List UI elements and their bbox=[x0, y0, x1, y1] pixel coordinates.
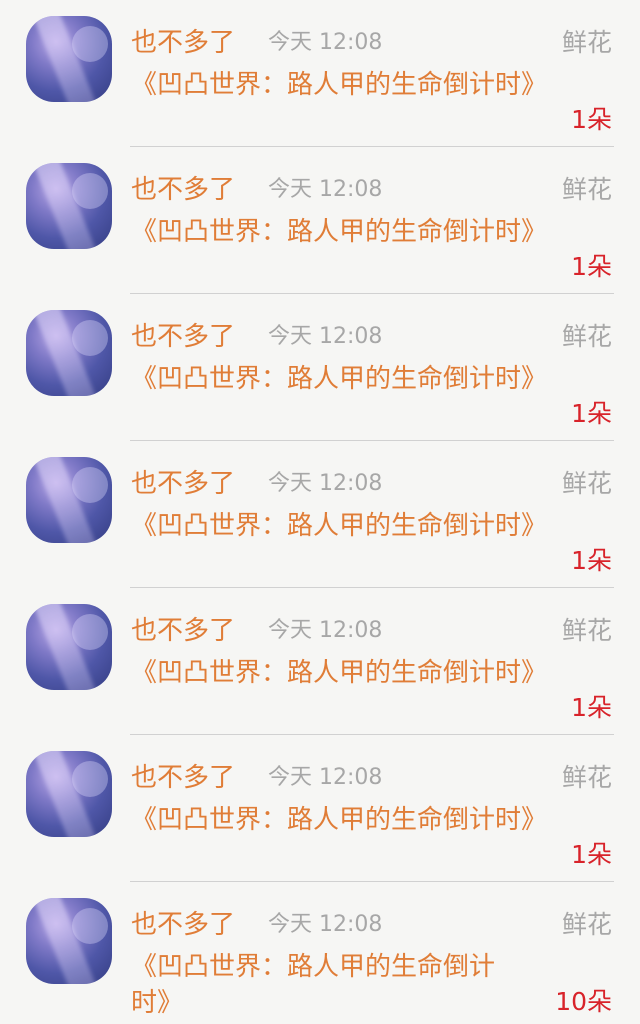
avatar[interactable] bbox=[26, 751, 112, 837]
book-title[interactable]: 《凹凸世界：路人甲的生命倒计时》 bbox=[131, 508, 556, 544]
username[interactable]: 也不多了 bbox=[131, 320, 235, 354]
timestamp: 今天 12:08 bbox=[268, 912, 383, 937]
gift-count: 1朵 bbox=[571, 399, 612, 428]
book-title[interactable]: 《凹凸世界：路人甲的生命倒计时》 bbox=[131, 67, 556, 103]
gift-count: 10朵 bbox=[555, 987, 612, 1016]
avatar[interactable] bbox=[26, 898, 112, 984]
gift-count: 1朵 bbox=[571, 693, 612, 722]
gift-record-row[interactable]: 也不多了 今天 12:08 鲜花 《凹凸世界：路人甲的生命倒计时》 1朵 bbox=[0, 441, 640, 588]
timestamp: 今天 12:08 bbox=[268, 177, 383, 202]
username[interactable]: 也不多了 bbox=[131, 614, 235, 648]
timestamp: 今天 12:08 bbox=[268, 30, 383, 55]
gift-record-row[interactable]: 也不多了 今天 12:08 鲜花 《凹凸世界：路人甲的生命倒计时》 1朵 bbox=[0, 294, 640, 441]
gift-record-row[interactable]: 也不多了 今天 12:08 鲜花 《凹凸世界：路人甲的生命倒计时》 1朵 bbox=[0, 588, 640, 735]
gift-record-row[interactable]: 也不多了 今天 12:08 鲜花 《凹凸世界：路人甲的生命倒计时》 1朵 bbox=[0, 0, 640, 147]
username[interactable]: 也不多了 bbox=[131, 761, 235, 795]
timestamp: 今天 12:08 bbox=[268, 471, 383, 496]
username[interactable]: 也不多了 bbox=[131, 26, 235, 60]
gift-type: 鲜花 bbox=[561, 322, 612, 351]
avatar[interactable] bbox=[26, 604, 112, 690]
book-title[interactable]: 《凹凸世界：路人甲的生命倒计时》 bbox=[131, 214, 556, 250]
book-title[interactable]: 《凹凸世界：路人甲的生命倒计时》 bbox=[131, 949, 526, 1021]
gift-type: 鲜花 bbox=[561, 763, 612, 792]
username[interactable]: 也不多了 bbox=[131, 467, 235, 501]
timestamp: 今天 12:08 bbox=[268, 765, 383, 790]
book-title[interactable]: 《凹凸世界：路人甲的生命倒计时》 bbox=[131, 361, 556, 397]
username[interactable]: 也不多了 bbox=[131, 908, 235, 942]
avatar[interactable] bbox=[26, 310, 112, 396]
gift-count: 1朵 bbox=[571, 546, 612, 575]
gift-type: 鲜花 bbox=[561, 175, 612, 204]
avatar[interactable] bbox=[26, 163, 112, 249]
timestamp: 今天 12:08 bbox=[268, 618, 383, 643]
gift-record-row[interactable]: 也不多了 今天 12:08 鲜花 《凹凸世界：路人甲的生命倒计时》 10朵 bbox=[0, 882, 640, 1024]
gift-record-row[interactable]: 也不多了 今天 12:08 鲜花 《凹凸世界：路人甲的生命倒计时》 1朵 bbox=[0, 735, 640, 882]
gift-count: 1朵 bbox=[571, 840, 612, 869]
book-title[interactable]: 《凹凸世界：路人甲的生命倒计时》 bbox=[131, 655, 556, 691]
timestamp: 今天 12:08 bbox=[268, 324, 383, 349]
avatar[interactable] bbox=[26, 16, 112, 102]
gift-record-row[interactable]: 也不多了 今天 12:08 鲜花 《凹凸世界：路人甲的生命倒计时》 1朵 bbox=[0, 147, 640, 294]
username[interactable]: 也不多了 bbox=[131, 173, 235, 207]
gift-count: 1朵 bbox=[571, 105, 612, 134]
gift-type: 鲜花 bbox=[561, 616, 612, 645]
gift-count: 1朵 bbox=[571, 252, 612, 281]
gift-type: 鲜花 bbox=[561, 469, 612, 498]
gift-type: 鲜花 bbox=[561, 910, 612, 939]
book-title[interactable]: 《凹凸世界：路人甲的生命倒计时》 bbox=[131, 802, 556, 838]
gift-record-list: 也不多了 今天 12:08 鲜花 《凹凸世界：路人甲的生命倒计时》 1朵 也不多… bbox=[0, 0, 640, 1024]
avatar[interactable] bbox=[26, 457, 112, 543]
gift-type: 鲜花 bbox=[561, 28, 612, 57]
